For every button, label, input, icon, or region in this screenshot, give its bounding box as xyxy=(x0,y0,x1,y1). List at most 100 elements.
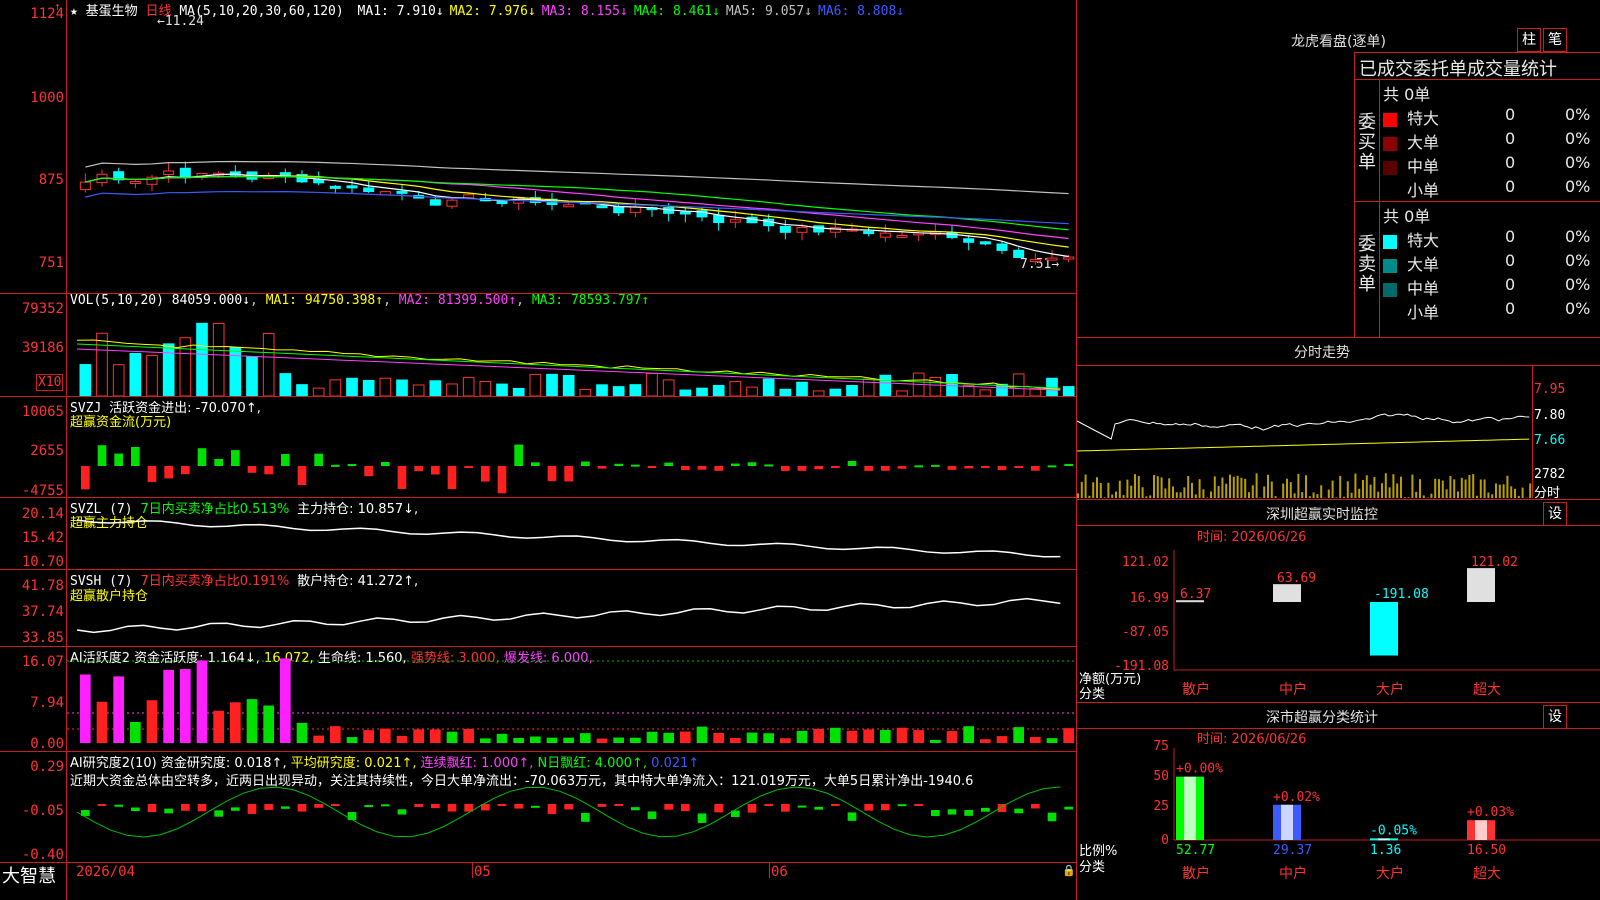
minute-volume-bar xyxy=(1145,496,1148,498)
minute-volume-bar xyxy=(1373,476,1376,498)
minute-volume-bar xyxy=(1506,475,1509,498)
category-label: 中户 xyxy=(1279,865,1307,882)
activity-bar xyxy=(763,733,774,743)
flow-bar xyxy=(281,453,290,466)
minute-volume-bar xyxy=(1172,486,1174,498)
order-size-count: 0 xyxy=(1505,299,1516,318)
research-bar xyxy=(281,806,290,809)
tick-view-button[interactable]: 笔 xyxy=(1543,28,1567,52)
research-bar xyxy=(497,804,507,807)
volume-bar xyxy=(512,387,525,396)
volume-chart[interactable] xyxy=(67,309,1076,396)
minute-volume-bar xyxy=(1221,477,1224,498)
minute-volume-bar xyxy=(1365,475,1368,498)
order-size-percent: 0% xyxy=(1565,105,1591,124)
research-bar xyxy=(881,804,890,811)
candle xyxy=(396,190,408,194)
volume-bar xyxy=(612,386,625,396)
order-size-row: 小单 xyxy=(1383,177,1439,201)
color-swatch xyxy=(1383,282,1397,297)
minute-volume-bar xyxy=(1297,473,1300,498)
bar-view-button[interactable]: 柱 xyxy=(1517,28,1541,52)
flow-bar xyxy=(931,464,940,467)
minute-volume-bar xyxy=(1274,496,1277,498)
volume-bar xyxy=(746,386,758,396)
sell-order-label: 委卖单 xyxy=(1358,234,1376,295)
sz-class-chart[interactable]: 75 50 25 0 +0.00% 52.77 散户 +0.02% 29.37 中户 -0.05% 1… xyxy=(1077,740,1600,900)
date-tick: 06 xyxy=(771,864,788,880)
order-size-percent: 0% xyxy=(1565,129,1591,148)
flow-bar xyxy=(697,466,707,470)
fund-flow-chart[interactable] xyxy=(67,397,1076,497)
order-size-percent: 0% xyxy=(1565,251,1591,270)
color-swatch xyxy=(1383,234,1397,249)
minute-volume-bar xyxy=(1225,483,1228,498)
activity-bar xyxy=(130,721,141,743)
minute-chart[interactable] xyxy=(1077,366,1532,498)
category-label: 大户 xyxy=(1376,865,1404,882)
holding-line xyxy=(76,597,1061,634)
minute-volume-bar xyxy=(1308,496,1311,498)
activity-bar xyxy=(196,660,208,743)
flow-bar xyxy=(997,466,1007,471)
ai-research-chart[interactable] xyxy=(67,752,1076,862)
minute-volume-bar xyxy=(1289,482,1292,498)
minute-volume-bar xyxy=(1096,477,1098,498)
data-label: 63.69 xyxy=(1277,571,1316,586)
volume-bar xyxy=(1046,377,1058,396)
order-size-count: 0 xyxy=(1505,177,1516,196)
minute-volume-bar xyxy=(1183,487,1186,498)
activity-bar xyxy=(630,737,641,743)
price-tick: 1000 xyxy=(30,90,64,106)
flow-bar xyxy=(331,464,340,467)
flow-bar xyxy=(381,461,390,466)
flow-bar xyxy=(147,466,157,483)
research-bar xyxy=(97,804,107,806)
retail-holding-chart[interactable] xyxy=(67,570,1076,646)
minute-volume-bar xyxy=(1301,492,1304,498)
volume-bar xyxy=(1062,386,1075,396)
activity-bar xyxy=(80,674,91,743)
change-label: -0.05% xyxy=(1370,823,1417,838)
main-holding-chart[interactable] xyxy=(67,498,1076,569)
svsh-tick: 41.78 xyxy=(21,578,64,594)
sell-total: 共 0单 xyxy=(1383,207,1431,226)
candlestick-chart[interactable] xyxy=(67,0,1076,293)
axis-tick: 75 xyxy=(1153,740,1169,754)
research-bar xyxy=(131,807,140,812)
minute-volume-bar xyxy=(1107,482,1110,498)
minute-volume-bar xyxy=(1498,484,1501,498)
sz-monitor-chart[interactable]: 121.0216.99-87.05-191.086.37散户63.69中户-19… xyxy=(1077,540,1600,700)
main-chart-area[interactable]: 1124 1000 875 751 ★ 基蛋生物 日线 MA(5,10,20,3… xyxy=(0,0,1077,900)
order-size-name: 大单 xyxy=(1407,255,1440,274)
flow-bar xyxy=(264,466,273,475)
minute-volume-bar xyxy=(1472,474,1475,498)
minute-volume-bar xyxy=(1240,477,1243,498)
research-bar xyxy=(414,804,423,807)
minute-avg-line xyxy=(1077,438,1530,452)
candle xyxy=(346,185,358,189)
flow-bar xyxy=(214,458,223,466)
volume-bar xyxy=(312,387,325,396)
minute-volume-bar xyxy=(1232,476,1235,498)
research-bar xyxy=(297,804,307,812)
minute-volume-bar xyxy=(1419,479,1421,498)
research-bar xyxy=(547,804,557,814)
sz-class-settings-button[interactable]: 设 xyxy=(1543,705,1567,729)
sz-class-title: 深市超赢分类统计 xyxy=(1266,710,1378,726)
order-size-name: 中单 xyxy=(1407,157,1440,176)
lock-icon[interactable]: 🔒 xyxy=(1062,864,1076,877)
candle xyxy=(879,232,891,238)
holding-line xyxy=(76,519,1061,558)
data-label: 29.37 xyxy=(1273,843,1312,858)
flow-bar xyxy=(1031,466,1040,471)
svzl-tick: 15.42 xyxy=(21,530,64,546)
activity-bar xyxy=(1013,727,1024,743)
flow-bar xyxy=(114,453,123,466)
change-label: +0.03% xyxy=(1467,805,1514,820)
minute-volume-bar xyxy=(1457,491,1459,498)
data-label: 1.36 xyxy=(1370,843,1401,858)
sz-monitor-settings-button[interactable]: 设 xyxy=(1543,502,1567,526)
axis-tick: 16.99 xyxy=(1130,591,1169,606)
ai-activity-chart[interactable] xyxy=(67,647,1076,751)
